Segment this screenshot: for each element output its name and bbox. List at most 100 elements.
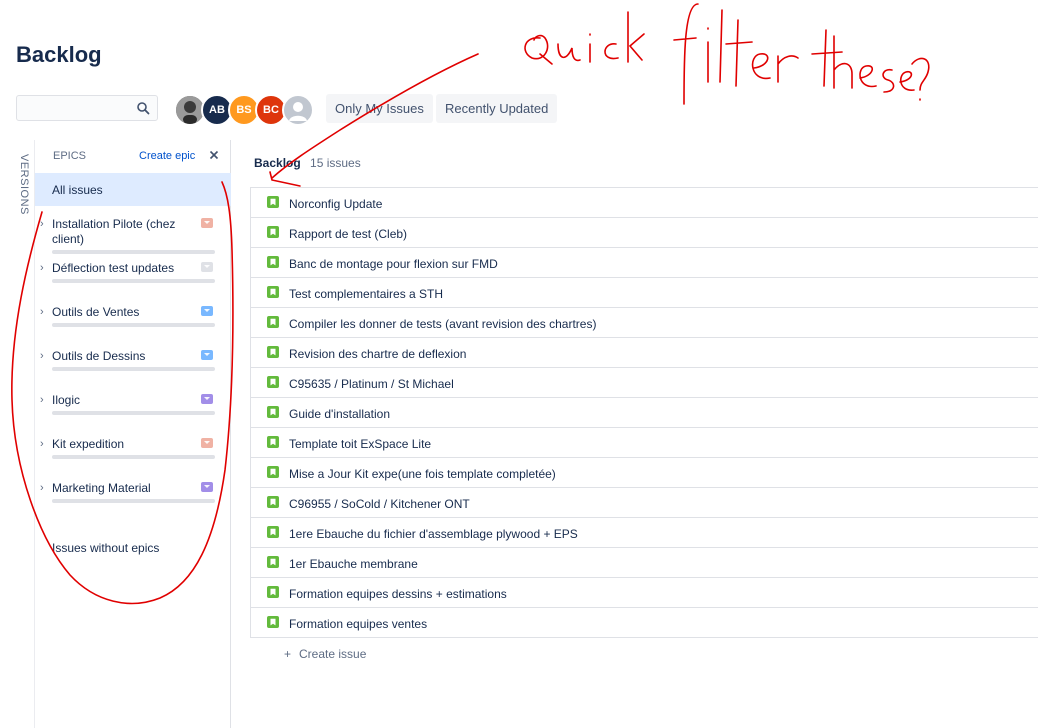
issue-row[interactable]: Revision des chartre de deflexion [250,338,1038,368]
only-my-issues-filter[interactable]: Only My Issues [326,94,433,123]
close-icon[interactable] [207,148,221,162]
epic-progress-bar [52,250,215,254]
issue-row[interactable]: Compiler les donner de tests (avant revi… [250,308,1038,338]
epic-name: Ilogic [52,393,81,407]
epic-name: Installation Pilote (chez client) [52,217,176,246]
epic-name: Déflection test updates [52,261,175,275]
story-icon [267,406,279,418]
issue-row[interactable]: Guide d'installation [250,398,1038,428]
issue-summary: Test complementaires a STH [289,287,444,301]
story-icon [267,496,279,508]
plus-icon: + [284,647,292,661]
epic-item[interactable]: › Ilogic [35,393,231,437]
epics-title: EPICS [53,150,87,162]
issue-row[interactable]: Norconfig Update [250,188,1038,218]
issue-summary: C96955 / SoCold / Kitchener ONT [289,497,470,511]
issue-row[interactable]: C96955 / SoCold / Kitchener ONT [250,488,1038,518]
epics-panel: EPICS Create epic All issues › Installati… [34,140,231,728]
epic-name: Kit expedition [52,437,125,451]
issue-row[interactable]: Formation equipes dessins + estimations [250,578,1038,608]
epic-name: Outils de Dessins [52,349,146,363]
epic-item[interactable]: › Kit expedition [35,437,231,481]
chevron-right-icon[interactable]: › [40,438,44,450]
story-icon [267,196,279,208]
issue-summary: Template toit ExSpace Lite [289,437,432,451]
epic-progress-bar [52,455,215,459]
story-icon [267,436,279,448]
epic-color-dropdown[interactable] [201,438,213,448]
chevron-right-icon[interactable]: › [40,218,44,230]
epic-progress-bar [52,367,215,371]
story-icon [267,526,279,538]
issue-row[interactable]: Formation equipes ventes [250,608,1038,638]
backlog-header: Backlog 15 issues [254,156,361,170]
issue-row[interactable]: 1ere Ebauche du fichier d'assemblage ply… [250,518,1038,548]
story-icon [267,616,279,628]
epic-item[interactable]: › Déflection test updates [35,261,231,305]
chevron-right-icon[interactable]: › [40,350,44,362]
recently-updated-filter[interactable]: Recently Updated [436,94,558,123]
epic-color-dropdown[interactable] [201,306,213,316]
issue-row[interactable]: 1er Ebauche membrane [250,548,1038,578]
epic-color-dropdown[interactable] [201,394,213,404]
issue-summary: Rapport de test (Cleb) [289,227,408,241]
issue-row[interactable]: Rapport de test (Cleb) [250,218,1038,248]
chevron-right-icon[interactable]: › [40,306,44,318]
issue-summary: C95635 / Platinum / St Michael [289,377,454,391]
epic-item[interactable]: › Installation Pilote (chez client) [35,217,231,261]
chevron-right-icon[interactable]: › [40,482,44,494]
issue-row[interactable]: Mise a Jour Kit expe(une fois template c… [250,458,1038,488]
epic-name: Marketing Material [52,481,151,495]
issue-count: 15 issues [310,156,361,170]
epic-item[interactable]: › Outils de Ventes [35,305,231,349]
epic-progress-bar [52,499,215,503]
chevron-right-icon[interactable]: › [40,262,44,274]
epic-color-dropdown[interactable] [201,482,213,492]
create-issue-label: Create issue [299,647,367,661]
epic-color-dropdown[interactable] [201,262,213,272]
create-epic-link[interactable]: Create epic [139,150,195,162]
avatar-unassigned[interactable] [282,94,314,126]
issue-summary: Formation equipes ventes [289,617,428,631]
issue-summary: Norconfig Update [289,197,383,211]
epic-color-dropdown[interactable] [201,218,213,228]
annotation-handwriting [524,3,930,105]
search-box[interactable] [16,95,158,121]
epic-item[interactable]: › Marketing Material [35,481,231,525]
issue-row[interactable]: C95635 / Platinum / St Michael [250,368,1038,398]
versions-tab[interactable]: VERSIONS [14,154,34,215]
issue-row[interactable]: Banc de montage pour flexion sur FMD [250,248,1038,278]
story-icon [267,586,279,598]
issue-summary: Formation equipes dessins + estimations [289,587,507,601]
story-icon [267,316,279,328]
issue-summary: 1er Ebauche membrane [289,557,418,571]
backlog-title: Backlog [254,156,301,170]
create-issue-button[interactable]: + Create issue [284,647,366,661]
epic-color-dropdown[interactable] [201,350,213,360]
issue-row[interactable]: Template toit ExSpace Lite [250,428,1038,458]
person-icon [289,102,307,121]
search-input[interactable] [17,96,139,120]
issue-row[interactable]: Test complementaires a STH [250,278,1038,308]
issue-summary: Banc de montage pour flexion sur FMD [289,257,498,271]
epic-name: Outils de Ventes [52,305,140,319]
user-photo-icon [176,96,204,124]
issue-summary: Compiler les donner de tests (avant revi… [289,317,597,331]
story-icon [267,556,279,568]
issue-summary: Guide d'installation [289,407,391,421]
story-icon [267,346,279,358]
story-icon [267,226,279,238]
epic-item[interactable]: › Outils de Dessins [35,349,231,393]
issue-summary: 1ere Ebauche du fichier d'assemblage ply… [289,527,578,541]
issue-summary: Mise a Jour Kit expe(une fois template c… [289,467,556,481]
issue-summary: Revision des chartre de deflexion [289,347,467,361]
story-icon [267,286,279,298]
issue-list: Norconfig Update Rapport de test (Cleb) Ba… [250,187,1038,638]
all-issues-item[interactable]: All issues [35,173,231,206]
story-icon [267,256,279,268]
search-icon [137,102,150,115]
issues-without-epics-item[interactable]: Issues without epics [52,541,159,555]
chevron-right-icon[interactable]: › [40,394,44,406]
page-title: Backlog [16,42,102,67]
epics-header: EPICS Create epic [35,140,231,172]
